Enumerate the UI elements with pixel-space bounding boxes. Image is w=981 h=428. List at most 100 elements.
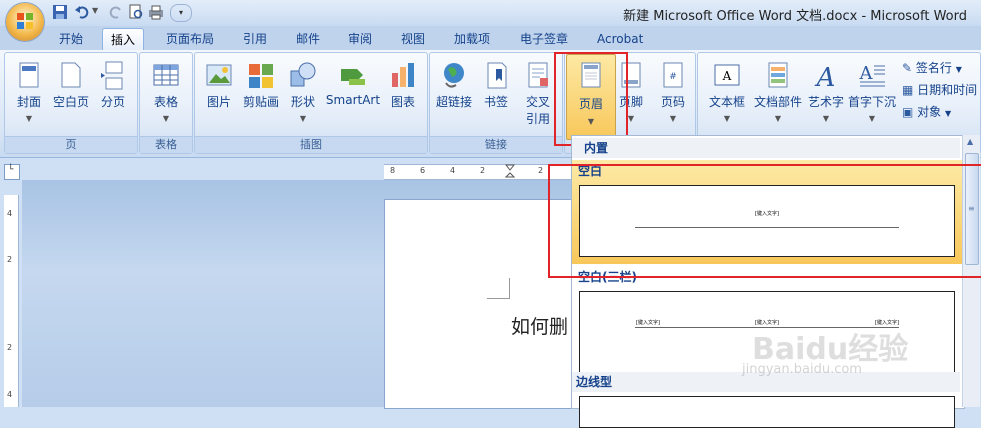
cover-page-button[interactable]: 封面 ▼	[9, 61, 49, 139]
ruler-tick: 2	[538, 166, 544, 175]
section-builtin-label: 内置	[584, 141, 609, 155]
document-page[interactable]	[384, 199, 574, 409]
object-icon: ▣	[902, 105, 914, 119]
bookmark-label: 书签	[483, 95, 508, 109]
blank-page-button[interactable]: 空白页	[51, 61, 91, 139]
document-text: 如何删	[511, 316, 569, 338]
print-icon[interactable]	[148, 4, 164, 20]
chart-icon	[392, 63, 414, 87]
header-highlight-box	[554, 52, 628, 146]
cross-reference-icon	[528, 62, 548, 88]
undo-dropdown-icon[interactable]: ▼	[92, 6, 98, 15]
chevron-down-icon: ▼	[723, 114, 731, 123]
tab-page-layout[interactable]: 页面布局	[158, 28, 222, 50]
hyperlink-button[interactable]: 超链接	[434, 61, 474, 139]
smartart-icon	[341, 69, 365, 85]
vertical-ruler[interactable]: 4 2 2 4	[4, 195, 19, 407]
table-icon	[153, 64, 179, 86]
drop-cap-button[interactable]: A 首字下沉 ▼	[846, 61, 898, 139]
quick-parts-icon	[768, 62, 788, 88]
ruler-tick: 4	[7, 209, 13, 218]
tab-view[interactable]: 视图	[393, 28, 433, 50]
ruler-tick: 4	[7, 390, 13, 399]
tab-selector[interactable]: └	[4, 164, 20, 180]
window-title: 新建 Microsoft Office Word 文档.docx - Micro…	[623, 9, 967, 24]
blank-header-highlight-box	[548, 164, 981, 278]
page-number-button[interactable]: # 页码 ▼	[653, 61, 693, 139]
signature-line-label: 签名行	[915, 61, 952, 75]
section-builtin: 内置	[572, 138, 960, 158]
object-label: 对象	[917, 105, 942, 119]
ribbon-tab-bar: 开始 插入 页面布局 引用 邮件 审阅 视图 加载项 电子签章 Acrobat	[0, 26, 981, 51]
chevron-down-icon: ▼	[774, 114, 782, 123]
signature-line-icon: ✎	[902, 61, 913, 75]
signature-line-button[interactable]: ✎ 签名行 ▼	[902, 59, 962, 77]
clipart-label: 剪贴画	[242, 95, 279, 109]
textbox-label: 文本框	[708, 95, 745, 109]
table-button[interactable]: 表格 ▼	[146, 61, 186, 139]
office-button[interactable]	[6, 3, 44, 41]
tab-insert[interactable]: 插入	[102, 28, 145, 51]
office-logo-icon	[17, 13, 33, 29]
group-links-label: 链接	[430, 136, 562, 153]
tab-mailings[interactable]: 邮件	[288, 28, 328, 50]
print-preview-icon[interactable]	[128, 4, 144, 20]
tab-references[interactable]: 引用	[235, 28, 275, 50]
bookmark-button[interactable]: 书签	[476, 61, 516, 139]
chevron-down-icon: ▼	[945, 109, 952, 118]
group-pages-label: 页	[5, 136, 137, 153]
page-number-icon: #	[663, 62, 683, 88]
quick-parts-button[interactable]: 文档部件 ▼	[752, 61, 804, 139]
indent-marker-icon[interactable]	[505, 164, 515, 180]
tab-addins[interactable]: 加载项	[446, 28, 498, 50]
chevron-down-icon: ▼	[868, 114, 876, 123]
date-time-label: 日期和时间	[917, 83, 978, 97]
wordart-icon: A	[815, 63, 836, 91]
textbox-icon: A	[714, 64, 740, 86]
smartart-button[interactable]: SmartArt	[325, 61, 381, 139]
chevron-down-icon: ▼	[955, 65, 962, 74]
tab-acrobat[interactable]: Acrobat	[589, 28, 651, 50]
wordart-button[interactable]: A 艺术字 ▼	[804, 61, 848, 139]
cross-reference-label-1: 交叉	[525, 95, 550, 109]
redo-icon[interactable]	[108, 4, 124, 20]
tab-review[interactable]: 审阅	[340, 28, 380, 50]
undo-icon[interactable]	[74, 4, 90, 20]
save-icon[interactable]	[52, 4, 68, 20]
horizontal-ruler[interactable]: 8 6 4 2 2	[384, 164, 574, 180]
textbox-button[interactable]: A 文本框 ▼	[704, 61, 750, 139]
clipart-button[interactable]: 剪贴画	[241, 61, 281, 139]
chart-button[interactable]: 图表	[383, 61, 423, 139]
picture-button[interactable]: 图片	[199, 61, 239, 139]
page-break-button[interactable]: 分页	[93, 61, 133, 139]
table-label: 表格	[153, 95, 178, 109]
gallery-item-sideline-preview[interactable]	[579, 396, 955, 428]
drop-cap-label: 首字下沉	[847, 95, 896, 109]
object-button[interactable]: ▣ 对象 ▼	[902, 103, 951, 121]
group-tables-label: 表格	[140, 136, 192, 153]
scroll-up-arrow-icon[interactable]: ▲	[967, 137, 973, 146]
shapes-icon	[290, 62, 316, 87]
ruler-tick: 8	[390, 166, 396, 175]
tab-e-signature[interactable]: 电子签章	[512, 28, 576, 50]
section-sideline-label: 边线型	[576, 375, 613, 389]
date-time-button[interactable]: ▦ 日期和时间	[902, 81, 977, 99]
chevron-down-icon: ▼	[669, 114, 677, 123]
picture-icon	[206, 64, 232, 86]
quick-parts-label: 文档部件	[753, 95, 802, 109]
customize-qat-icon[interactable]: ▾	[170, 4, 192, 22]
page-break-label: 分页	[100, 95, 125, 109]
chevron-down-icon: ▼	[25, 114, 33, 123]
shapes-button[interactable]: 形状 ▼	[283, 61, 323, 139]
drop-cap-icon: A	[859, 63, 885, 87]
ruler-tick: 2	[7, 255, 13, 264]
cross-reference-button[interactable]: 交叉 引用	[518, 61, 558, 139]
tab-home[interactable]: 开始	[51, 28, 91, 50]
ruler-tick: 2	[7, 343, 13, 352]
cover-page-icon	[19, 62, 39, 88]
chevron-down-icon: ▼	[299, 114, 307, 123]
chevron-down-icon: ▼	[162, 114, 170, 123]
cross-reference-label-2: 引用	[525, 112, 550, 126]
ruler-tick: 4	[450, 166, 456, 175]
svg-text:#: #	[669, 72, 677, 82]
